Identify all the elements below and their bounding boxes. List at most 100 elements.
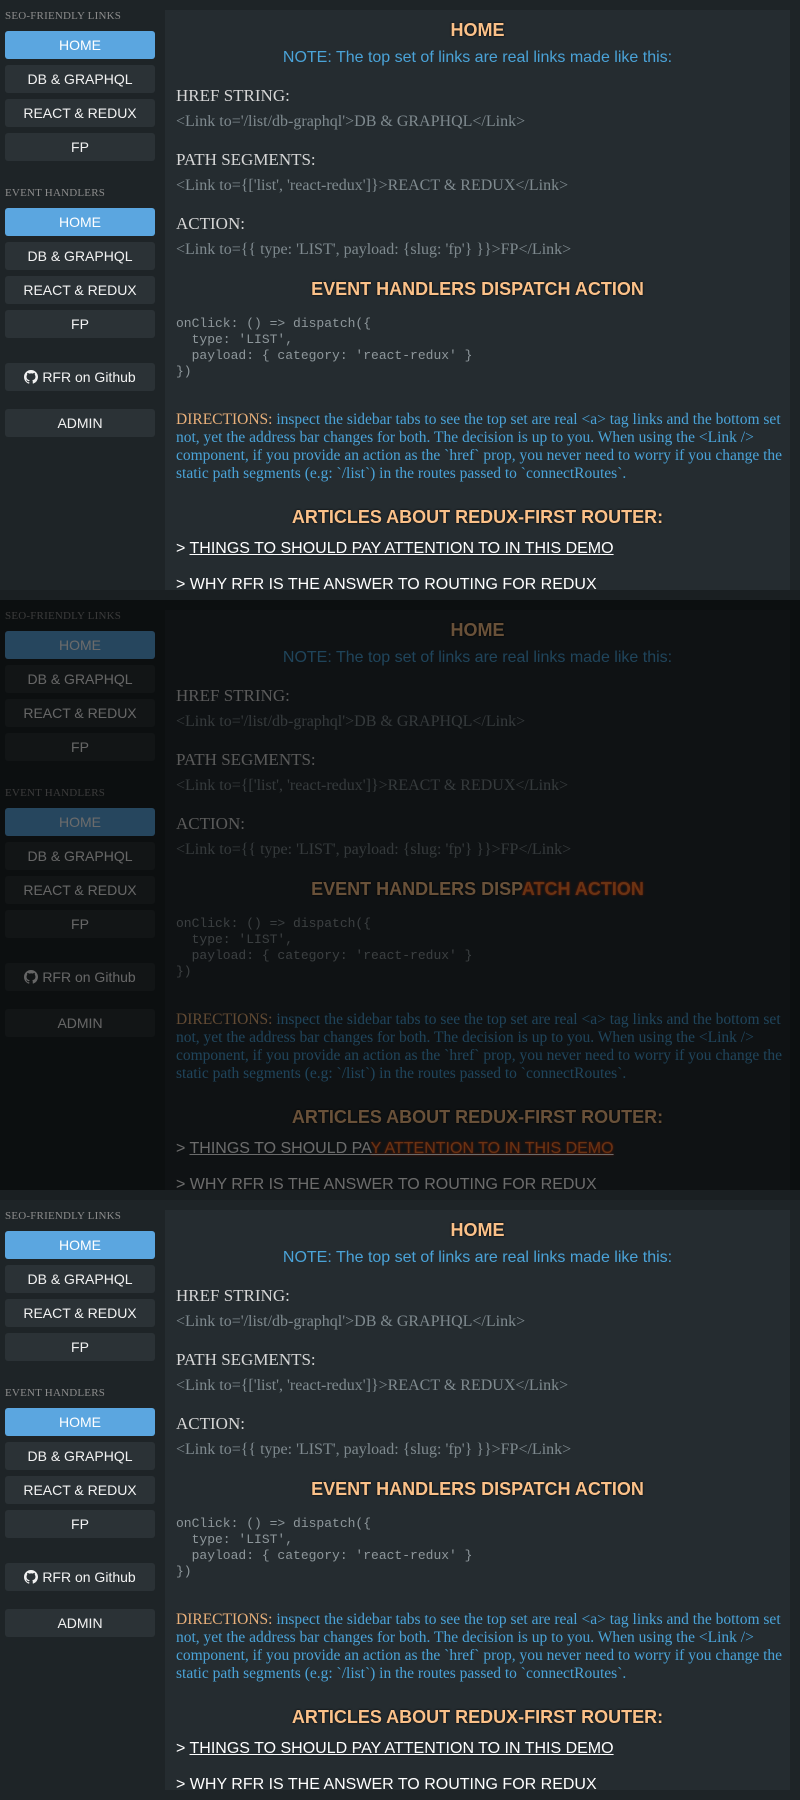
path-label: PATH SEGMENTS: [176,150,316,169]
event-link-fp[interactable]: FP [5,310,155,338]
href-code: <Link to='/list/db-graphql'>DB & GRAPHQL… [176,113,526,130]
admin-button[interactable]: ADMIN [5,409,155,437]
article-item-1: > THINGS TO SHOULD PAY ATTENTION TO IN T… [176,540,614,558]
screen-panel-1: SEO-FRIENDLY LINKS HOME DB & GRAPHQL REA… [0,0,800,590]
article-item-1: > THINGS TO SHOULD PAY ATTENTION TO IN T… [176,1140,614,1158]
seo-link-home[interactable]: HOME [5,31,155,59]
directions-text: DIRECTIONS: inspect the sidebar tabs to … [176,411,786,483]
directions-label: DIRECTIONS: [176,411,273,428]
event-link-db-graphql[interactable]: DB & GRAPHQL [5,1442,155,1470]
article-link-1[interactable]: THINGS TO SHOULD PAY ATTENTION TO IN THI… [190,1140,614,1157]
event-section-title: EVENT HANDLERS [5,1387,106,1399]
article-item-2[interactable]: > WHY RFR IS THE ANSWER TO ROUTING FOR R… [176,1776,597,1790]
article-link-1[interactable]: THINGS TO SHOULD PAY ATTENTION TO IN THI… [190,1740,614,1757]
github-button[interactable]: RFR on Github [5,963,155,991]
sidebar: SEO-FRIENDLY LINKS HOME DB & GRAPHQL REA… [0,1200,160,1790]
note-text: NOTE: The top set of links are real link… [282,1249,673,1266]
dispatch-heading: EVENT HANDLERS DISPATCH ACTION [311,1479,644,1499]
articles-heading: ARTICLES ABOUT REDUX-FIRST ROUTER: [291,507,664,527]
dispatch-code: onClick: () => dispatch({ type: 'LIST', … [176,916,473,979]
event-section-title: EVENT HANDLERS [5,187,106,199]
directions-label: DIRECTIONS: [176,1611,273,1628]
event-link-fp[interactable]: FP [5,910,155,938]
github-label: RFR on Github [42,1569,136,1585]
main-content: HOME NOTE: The top set of links are real… [165,1210,790,1790]
github-label: RFR on Github [42,969,136,985]
path-code: <Link to={['list', 'react-redux']}>REACT… [176,177,569,194]
sidebar: SEO-FRIENDLY LINKS HOME DB & GRAPHQL REA… [0,0,160,590]
github-label: RFR on Github [42,369,136,385]
page-title: HOME [450,1220,505,1240]
event-link-react-redux[interactable]: REACT & REDUX [5,876,155,904]
article-link-highlight: Y ATTENTION TO IN THIS DEMO [370,1140,614,1157]
note-text: NOTE: The top set of links are real link… [282,49,673,66]
dispatch-code: onClick: () => dispatch({ type: 'LIST', … [176,316,473,379]
seo-section-title: SEO-FRIENDLY LINKS [5,610,122,622]
seo-section-title: SEO-FRIENDLY LINKS [5,1210,122,1222]
path-label: PATH SEGMENTS: [176,1350,316,1369]
note-text: NOTE: The top set of links are real link… [282,649,673,666]
directions-label: DIRECTIONS: [176,1011,273,1028]
github-icon [24,370,39,384]
screen-panel-2: SEO-FRIENDLY LINKS HOME DB & GRAPHQL REA… [0,600,800,1190]
path-code: <Link to={['list', 'react-redux']}>REACT… [176,777,569,794]
dispatch-code: onClick: () => dispatch({ type: 'LIST', … [176,1516,473,1579]
article-prefix: > [176,540,190,557]
seo-link-home[interactable]: HOME [5,631,155,659]
action-code: <Link to={{ type: 'LIST', payload: {slug… [176,1441,572,1458]
seo-link-react-redux[interactable]: REACT & REDUX [5,699,155,727]
event-link-db-graphql[interactable]: DB & GRAPHQL [5,842,155,870]
href-code: <Link to='/list/db-graphql'>DB & GRAPHQL… [176,1313,526,1330]
href-label: HREF STRING: [176,686,290,705]
seo-link-db-graphql[interactable]: DB & GRAPHQL [5,665,155,693]
sidebar: SEO-FRIENDLY LINKS HOME DB & GRAPHQL REA… [0,600,160,1190]
article-link-1[interactable]: THINGS TO SHOULD PAY ATTENTION TO IN THI… [190,540,614,557]
screen-panel-3: SEO-FRIENDLY LINKS HOME DB & GRAPHQL REA… [0,1200,800,1790]
directions-text: DIRECTIONS: inspect the sidebar tabs to … [176,1011,786,1083]
href-code: <Link to='/list/db-graphql'>DB & GRAPHQL… [176,713,526,730]
seo-link-fp[interactable]: FP [5,133,155,161]
seo-section-title: SEO-FRIENDLY LINKS [5,10,122,22]
seo-link-home[interactable]: HOME [5,1231,155,1259]
admin-button[interactable]: ADMIN [5,1609,155,1637]
seo-link-react-redux[interactable]: REACT & REDUX [5,99,155,127]
github-button[interactable]: RFR on Github [5,363,155,391]
github-button[interactable]: RFR on Github [5,1563,155,1591]
event-link-react-redux[interactable]: REACT & REDUX [5,1476,155,1504]
article-item-2[interactable]: > WHY RFR IS THE ANSWER TO ROUTING FOR R… [176,1176,597,1190]
panel-divider [0,590,800,600]
seo-link-react-redux[interactable]: REACT & REDUX [5,1299,155,1327]
dispatch-heading: EVENT HANDLERS DISPATCH ACTION [165,879,790,900]
articles-heading: ARTICLES ABOUT REDUX-FIRST ROUTER: [291,1707,664,1727]
event-link-fp[interactable]: FP [5,1510,155,1538]
directions-text: DIRECTIONS: inspect the sidebar tabs to … [176,1611,786,1683]
articles-heading: ARTICLES ABOUT REDUX-FIRST ROUTER: [291,1107,664,1127]
event-link-home[interactable]: HOME [5,1408,155,1436]
href-label: HREF STRING: [176,1286,290,1305]
dispatch-heading-highlight: ATCH ACTION [521,879,644,899]
seo-link-db-graphql[interactable]: DB & GRAPHQL [5,65,155,93]
admin-button[interactable]: ADMIN [5,1009,155,1037]
seo-link-fp[interactable]: FP [5,1333,155,1361]
github-icon [24,970,39,984]
seo-link-fp[interactable]: FP [5,733,155,761]
article-prefix: > [176,1140,190,1157]
main-content: HOME NOTE: The top set of links are real… [165,10,790,590]
action-code: <Link to={{ type: 'LIST', payload: {slug… [176,241,572,258]
panel-divider [0,1190,800,1200]
dispatch-heading-dim: EVENT HANDLERS DISP [311,879,522,899]
main-content: HOME NOTE: The top set of links are real… [165,610,790,1190]
href-label: HREF STRING: [176,86,290,105]
action-label: ACTION: [176,1414,245,1433]
article-item-1: > THINGS TO SHOULD PAY ATTENTION TO IN T… [176,1740,614,1758]
event-link-react-redux[interactable]: REACT & REDUX [5,276,155,304]
event-link-db-graphql[interactable]: DB & GRAPHQL [5,242,155,270]
page-title: HOME [450,20,505,40]
event-section-title: EVENT HANDLERS [5,787,106,799]
event-link-home[interactable]: HOME [5,808,155,836]
seo-link-db-graphql[interactable]: DB & GRAPHQL [5,1265,155,1293]
event-link-home[interactable]: HOME [5,208,155,236]
article-item-2[interactable]: > WHY RFR IS THE ANSWER TO ROUTING FOR R… [176,576,597,590]
page-title: HOME [450,620,505,640]
article-link-dim: THINGS TO SHOULD PA [189,1140,371,1157]
